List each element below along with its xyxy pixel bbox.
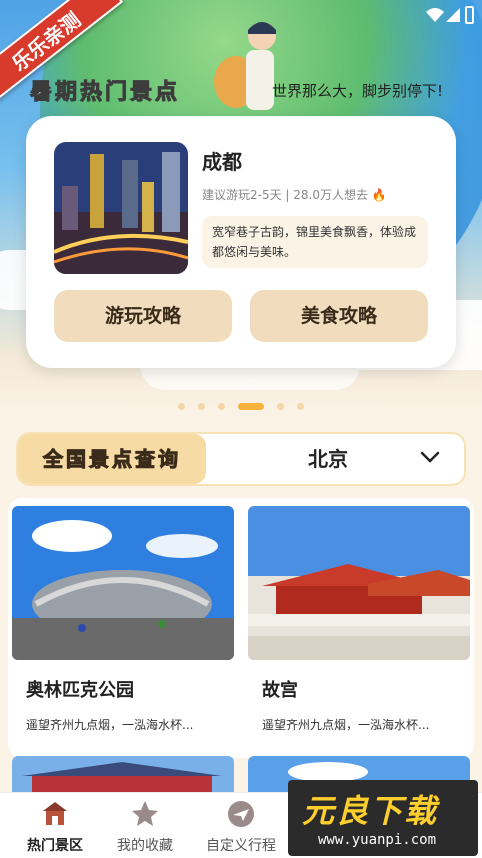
watermark-brand: 元良下载 xyxy=(302,792,439,830)
wifi-icon xyxy=(426,8,444,22)
featured-city-card[interactable]: 成都 建议游玩2-5天 | 28.0万人想去 🔥 宽窄巷子古韵，锦里美食飘香，体… xyxy=(26,116,456,368)
chevron-down-icon[interactable] xyxy=(420,450,440,464)
attraction-desc: 遥望齐州九点烟，一泓海水杯... xyxy=(262,718,430,732)
attraction-card-partial[interactable] xyxy=(12,756,234,792)
city-name: 成都 xyxy=(202,150,242,174)
guide-button[interactable]: 游玩攻略 xyxy=(54,290,232,342)
attraction-query-bar[interactable]: 全国景点查询 北京 xyxy=(16,432,466,486)
city-meta-text: 建议游玩2-5天 | 28.0万人想去 xyxy=(202,188,368,202)
hero-banner: 乐乐亲测 暑期热门景点 世界那么大，脚步别停下! 成都 建议游玩2-5天 | 2… xyxy=(0,0,482,420)
signal-icon xyxy=(446,8,460,22)
battery-icon xyxy=(465,6,474,24)
carousel-indicator[interactable] xyxy=(0,396,482,410)
tab-label: 自定义行程 xyxy=(206,838,276,854)
carousel-dot[interactable] xyxy=(177,403,185,410)
attraction-card[interactable]: 奥林匹克公园 遥望齐州九点烟，一泓海水杯... xyxy=(12,506,234,733)
attraction-photo xyxy=(12,506,234,660)
carousel-dot-active[interactable] xyxy=(238,403,265,410)
attraction-photo xyxy=(248,506,470,660)
tab-label: 我的收藏 xyxy=(117,838,173,854)
tab-custom-itinerary[interactable]: 自定义行程 xyxy=(186,799,296,855)
carousel-dot[interactable] xyxy=(197,403,205,410)
attraction-grid: 奥林匹克公园 遥望齐州九点烟，一泓海水杯... 故宫 遥望齐州九点烟，一泓海水杯… xyxy=(8,498,474,758)
watermark-url: www.yuanpi.com xyxy=(318,832,437,848)
city-select-value[interactable]: 北京 xyxy=(308,434,348,484)
carousel-dot[interactable] xyxy=(217,403,225,410)
attraction-title: 奥林匹克公园 xyxy=(26,680,134,701)
watermark: 元良下载 www.yuanpi.com xyxy=(288,780,478,856)
star-icon xyxy=(132,801,158,826)
city-meta: 建议游玩2-5天 | 28.0万人想去 🔥 xyxy=(202,186,387,203)
tab-favorites[interactable]: 我的收藏 xyxy=(90,799,200,855)
attraction-card[interactable]: 故宫 遥望齐州九点烟，一泓海水杯... xyxy=(248,506,470,733)
attraction-title: 故宫 xyxy=(262,680,298,701)
fire-icon: 🔥 xyxy=(371,188,387,202)
query-label: 全国景点查询 xyxy=(18,434,206,484)
city-description: 宽窄巷子古韵，锦里美食飘香，体验成都悠闲与美味。 xyxy=(202,216,428,268)
attraction-desc: 遥望齐州九点烟，一泓海水杯... xyxy=(26,718,194,732)
plane-icon xyxy=(228,801,254,827)
temple-icon xyxy=(43,802,67,825)
food-guide-button[interactable]: 美食攻略 xyxy=(250,290,428,342)
hero-title: 暑期热门景点 xyxy=(29,80,181,106)
city-photo xyxy=(54,142,188,274)
hero-subtitle: 世界那么大，脚步别停下! xyxy=(272,82,444,100)
